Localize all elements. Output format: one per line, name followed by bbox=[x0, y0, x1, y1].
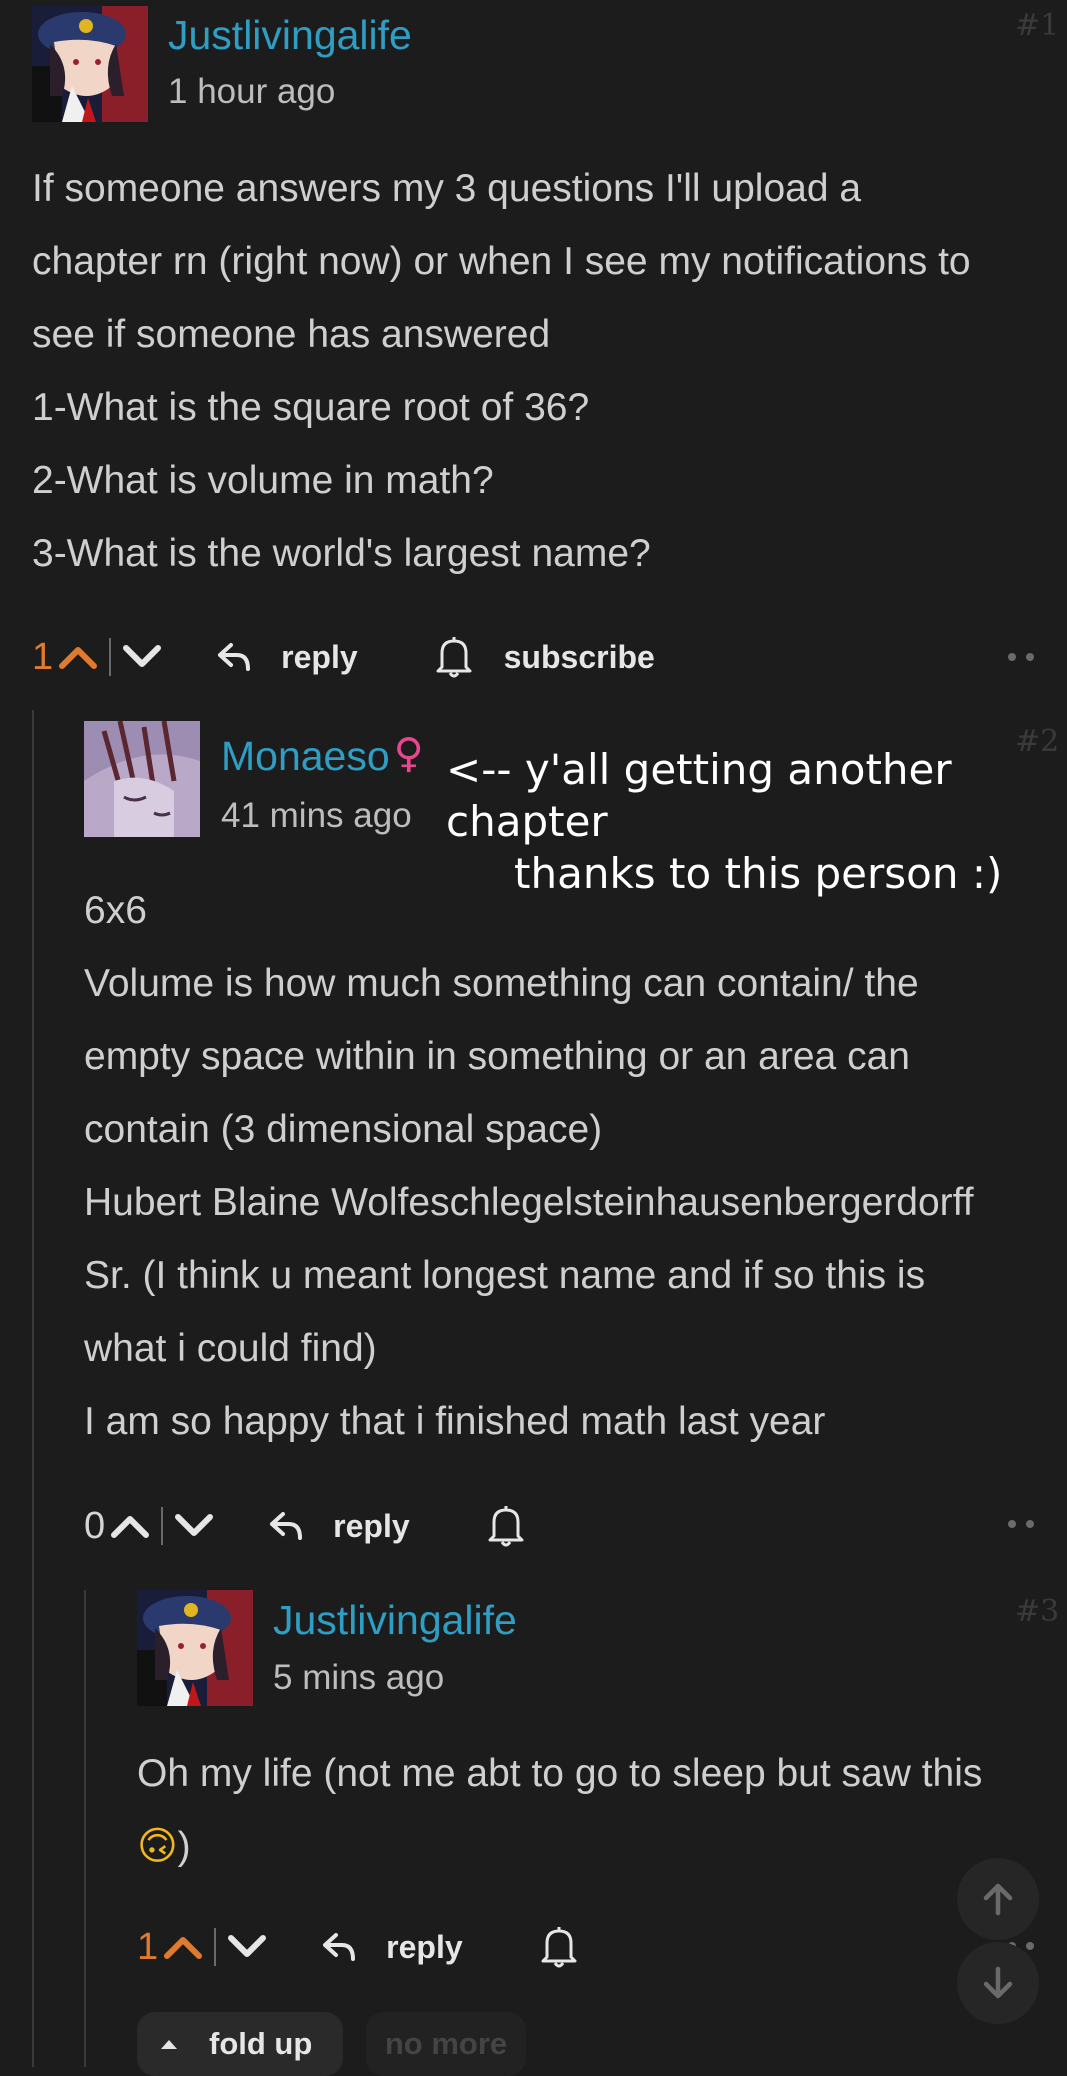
upvote-icon[interactable] bbox=[158, 1922, 208, 1972]
vote-separator bbox=[109, 638, 112, 676]
score: 1 bbox=[32, 635, 54, 678]
comment-line: 2-What is volume in math? bbox=[32, 459, 494, 502]
comment-line: Hubert Blaine Wolfeschlegelsteinhausenbe… bbox=[84, 1181, 974, 1224]
avatar[interactable] bbox=[137, 1590, 253, 1706]
fold-up-label: fold up bbox=[209, 2026, 313, 2061]
thread-line bbox=[32, 710, 34, 2067]
no-more-label: no more bbox=[384, 2026, 508, 2061]
comment-actions: 1 reply bbox=[137, 1917, 609, 1977]
comment-line: 6x6 bbox=[84, 889, 147, 932]
timestamp: 41 mins ago bbox=[221, 796, 412, 835]
fold-up-button[interactable]: fold up bbox=[137, 2012, 343, 2076]
subscribe-button[interactable] bbox=[486, 1504, 556, 1548]
reply-button[interactable]: reply bbox=[217, 638, 358, 676]
bell-icon bbox=[541, 1927, 577, 1968]
more-icon[interactable] bbox=[1008, 1520, 1034, 1528]
vote-separator bbox=[214, 1928, 217, 1966]
comment-line: Volume is how much something can contain… bbox=[84, 962, 919, 1005]
reply-icon bbox=[323, 1933, 356, 1961]
upvote-icon[interactable] bbox=[53, 632, 103, 682]
reply-button[interactable]: reply bbox=[322, 1928, 463, 1966]
reply-button[interactable]: reply bbox=[269, 1507, 410, 1545]
vote-separator bbox=[161, 1507, 164, 1545]
score: 0 bbox=[84, 1504, 106, 1547]
username-text: Monaeso bbox=[221, 733, 390, 779]
comment-line: 1-What is the square root of 36? bbox=[32, 386, 590, 429]
comment-text: ) bbox=[177, 1825, 191, 1868]
comment-body: 6x6 Volume is how much something can con… bbox=[84, 874, 1064, 1458]
username[interactable]: Justlivingalife bbox=[273, 1597, 517, 1644]
annotation-line: <-- y'all getting another chapter bbox=[446, 745, 952, 846]
comment-line: Sr. (I think u meant longest name and if… bbox=[84, 1254, 926, 1297]
upvote-icon[interactable] bbox=[105, 1501, 155, 1551]
no-more-button: no more bbox=[366, 2012, 526, 2076]
downvote-icon[interactable] bbox=[169, 1501, 219, 1551]
comment-line: contain (3 dimensional space) bbox=[84, 1108, 603, 1151]
comment-actions: 1 reply subscribe bbox=[32, 627, 655, 687]
reply-icon bbox=[270, 1512, 303, 1540]
reply-label: reply bbox=[281, 638, 358, 675]
comment-line: 3-What is the world's largest name? bbox=[32, 532, 651, 575]
comment-line: 🙃) bbox=[137, 1810, 1062, 1883]
comment-index: #3 bbox=[1015, 1594, 1060, 1629]
subscribe-button[interactable] bbox=[539, 1925, 609, 1969]
username[interactable]: Monaeso ♀ bbox=[221, 729, 424, 780]
female-icon: ♀ bbox=[393, 729, 424, 777]
arrow-up-icon bbox=[983, 1883, 1013, 1916]
scroll-up-button[interactable] bbox=[957, 1858, 1039, 1940]
comment-line: Oh my life (not me abt to go to sleep bu… bbox=[137, 1752, 983, 1795]
subscribe-label: subscribe bbox=[503, 638, 655, 675]
avatar[interactable] bbox=[32, 6, 148, 122]
timestamp: 5 mins ago bbox=[273, 1658, 445, 1697]
downvote-icon[interactable] bbox=[222, 1922, 272, 1972]
thread-line bbox=[84, 1590, 86, 2067]
reply-icon bbox=[218, 643, 251, 671]
comment-line: empty space within in something or an ar… bbox=[84, 1035, 910, 1078]
timestamp: 1 hour ago bbox=[168, 72, 336, 111]
comment-line: see if someone has answered bbox=[32, 313, 551, 356]
username[interactable]: Justlivingalife bbox=[168, 12, 412, 59]
comment-line: I am so happy that i finished math last … bbox=[84, 1400, 826, 1443]
reply-label: reply bbox=[333, 1507, 410, 1544]
avatar[interactable] bbox=[84, 721, 200, 837]
bell-icon bbox=[488, 1506, 524, 1547]
comment-line: what i could find) bbox=[84, 1327, 377, 1370]
comment-actions: 0 reply bbox=[84, 1496, 556, 1556]
caret-up-icon bbox=[161, 2040, 177, 2049]
more-icon[interactable] bbox=[1008, 653, 1034, 661]
comment-body: If someone answers my 3 questions I'll u… bbox=[32, 152, 1052, 590]
score: 1 bbox=[137, 1925, 159, 1968]
downvote-icon[interactable] bbox=[117, 632, 167, 682]
comment-body: Oh my life (not me abt to go to sleep bu… bbox=[137, 1737, 1062, 1883]
reply-label: reply bbox=[386, 1928, 463, 1965]
upside-down-face-icon: 🙃 bbox=[137, 1824, 178, 1869]
comment-index: #1 bbox=[1015, 8, 1060, 43]
subscribe-button[interactable]: subscribe bbox=[434, 635, 655, 679]
arrow-down-icon bbox=[983, 1966, 1013, 1999]
scroll-down-button[interactable] bbox=[957, 1942, 1039, 2024]
comment-line: chapter rn (right now) or when I see my … bbox=[32, 240, 971, 283]
bell-icon bbox=[436, 637, 472, 678]
comment-line: If someone answers my 3 questions I'll u… bbox=[32, 167, 862, 210]
